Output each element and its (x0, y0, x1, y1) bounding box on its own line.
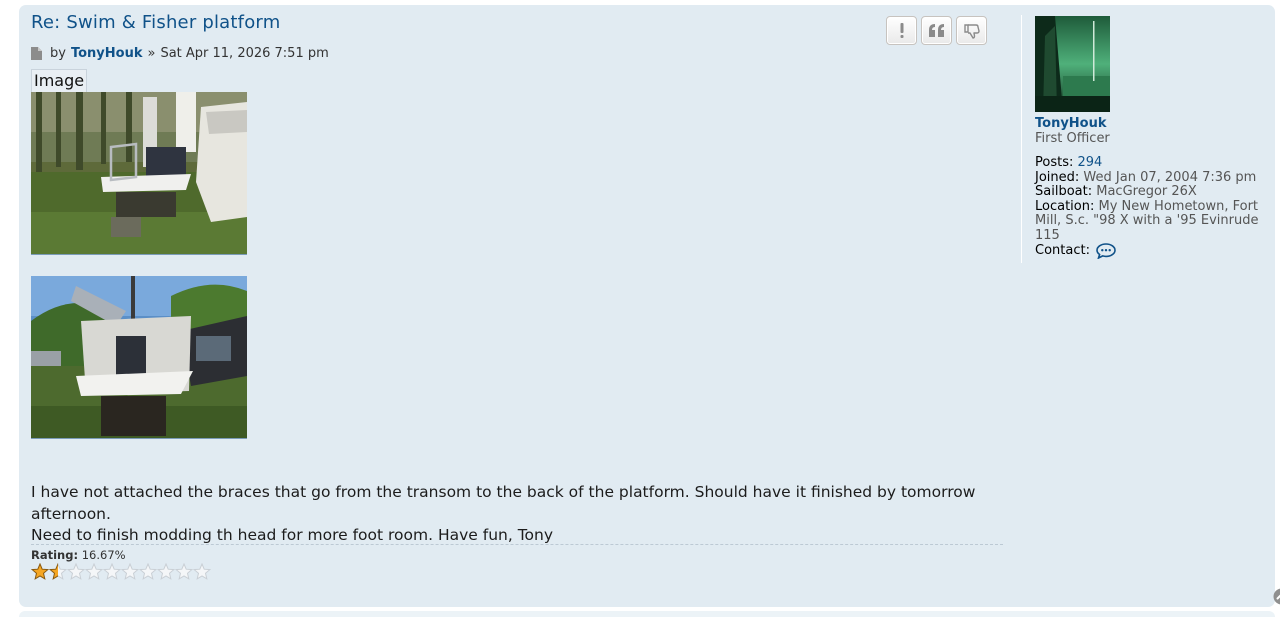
next-post-container (19, 611, 1275, 617)
thumbs-down-button[interactable] (956, 16, 987, 45)
rating-star-icon[interactable] (121, 563, 139, 580)
chat-bubble-icon[interactable] (1096, 243, 1116, 259)
rating-star-icon[interactable] (85, 563, 103, 580)
report-icon (900, 23, 903, 38)
rating-star-icon[interactable] (67, 563, 85, 580)
profile-username[interactable]: TonyHouk (1035, 116, 1107, 131)
joined-label: Joined: (1035, 169, 1080, 185)
rating-star-icon[interactable] (175, 563, 193, 580)
contact-label: Contact: (1035, 242, 1090, 258)
profile-details: Posts: 294 Joined: Wed Jan 07, 2004 7:36… (1035, 155, 1265, 259)
signature-divider (31, 544, 1003, 545)
rating-star-icon[interactable] (49, 563, 67, 580)
rating-star-icon[interactable] (31, 563, 49, 580)
rating-label: Rating: (31, 548, 79, 562)
back-to-top-icon[interactable] (1273, 588, 1280, 605)
image-label: Image (31, 69, 88, 93)
rating-value: 16.67% (81, 548, 126, 562)
rating-star-icon[interactable] (193, 563, 211, 580)
post-content: I have not attached the braces that go f… (31, 482, 1011, 547)
post-profile: TonyHouk First Officer Posts: 294 Joined… (1021, 15, 1271, 263)
post-meta: by TonyHouk » Sat Apr 11, 2026 7:51 pm (31, 46, 329, 61)
meta-separator: » (147, 46, 156, 61)
quote-button[interactable] (921, 16, 952, 45)
profile-contact: Contact: (1035, 243, 1265, 259)
posts-count[interactable]: 294 (1078, 155, 1103, 170)
profile-sailboat: Sailboat: MacGregor 26X (1035, 184, 1265, 200)
post-document-icon[interactable] (31, 47, 42, 60)
post-buttons (886, 16, 987, 45)
post-body: Re: Swim & Fisher platform by TonyHouk »… (31, 11, 1011, 61)
post-image-2[interactable] (31, 276, 247, 439)
author-link[interactable]: TonyHouk (71, 46, 143, 61)
rating-stars[interactable] (31, 563, 211, 580)
sailboat-label: Sailboat: (1035, 184, 1093, 199)
post-text-line: I have not attached the braces that go f… (31, 483, 976, 523)
post-title[interactable]: Re: Swim & Fisher platform (31, 11, 280, 35)
rating: Rating: 16.67% (31, 548, 126, 562)
joined-value: Wed Jan 07, 2004 7:36 pm (1083, 169, 1257, 185)
location-label: Location: (1035, 198, 1095, 214)
thumbs-down-icon (963, 23, 980, 39)
profile-joined: Joined: Wed Jan 07, 2004 7:36 pm (1035, 169, 1265, 186)
avatar-image (1035, 16, 1110, 112)
by-label: by (50, 46, 66, 61)
rating-star-icon[interactable] (139, 563, 157, 580)
quote-icon (928, 24, 944, 37)
post-date: Sat Apr 11, 2026 7:51 pm (160, 46, 329, 61)
sailboat-value: MacGregor 26X (1096, 184, 1197, 199)
report-button[interactable] (886, 16, 917, 45)
boat-platform-photo-2 (31, 276, 247, 438)
post-container: Re: Swim & Fisher platform by TonyHouk »… (19, 5, 1280, 607)
avatar[interactable] (1035, 16, 1110, 112)
rating-star-icon[interactable] (103, 563, 121, 580)
profile-rank: First Officer (1035, 131, 1110, 146)
profile-location: Location: My New Hometown, Fort Mill, S.… (1035, 198, 1265, 244)
post-image-1[interactable] (31, 92, 247, 255)
rating-star-icon[interactable] (157, 563, 175, 580)
posts-label: Posts: (1035, 155, 1074, 170)
profile-posts: Posts: 294 (1035, 155, 1265, 171)
boat-platform-photo-1 (31, 92, 247, 254)
